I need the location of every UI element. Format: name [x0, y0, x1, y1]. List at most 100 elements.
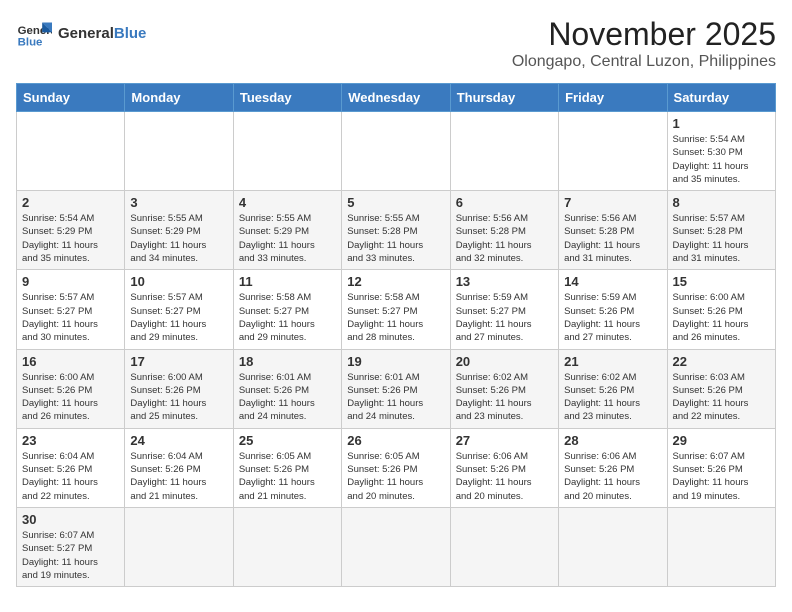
month-title: November 2025	[512, 16, 776, 53]
calendar-cell: 10Sunrise: 5:57 AM Sunset: 5:27 PM Dayli…	[125, 270, 233, 349]
calendar-cell: 11 Sunrise: 5:58 AM Sunset: 5:27 PM Dayli…	[233, 270, 341, 349]
day-number: 26	[347, 433, 444, 448]
day-info: Sunrise: 5:57 AM Sunset: 5:28 PM Dayligh…	[673, 212, 770, 265]
calendar-cell: 21Sunrise: 6:02 AM Sunset: 5:26 PM Dayli…	[559, 349, 667, 428]
day-number: 4	[239, 195, 336, 210]
calendar-cell: 30Sunrise: 6:07 AM Sunset: 5:27 PM Dayli…	[17, 507, 125, 586]
day-number: 30	[22, 512, 119, 527]
calendar-cell	[559, 507, 667, 586]
day-number: 3	[130, 195, 227, 210]
day-number: 25	[239, 433, 336, 448]
day-number: 22	[673, 354, 770, 369]
day-number: 21	[564, 354, 661, 369]
day-info: Sunrise: 5:56 AM Sunset: 5:28 PM Dayligh…	[564, 212, 661, 265]
day-number: 24	[130, 433, 227, 448]
day-number: 7	[564, 195, 661, 210]
calendar-cell	[559, 112, 667, 191]
day-number: 9	[22, 274, 119, 289]
calendar-cell: 23 Sunrise: 6:04 AM Sunset: 5:26 PM Dayli…	[17, 428, 125, 507]
day-info: Sunrise: 5:58 AM Sunset: 5:27 PM Dayligh…	[239, 291, 336, 344]
calendar-week-row: 2Sunrise: 5:54 AM Sunset: 5:29 PM Daylig…	[17, 191, 776, 270]
calendar-cell: 8 Sunrise: 5:57 AM Sunset: 5:28 PM Daylig…	[667, 191, 775, 270]
weekday-header-friday: Friday	[559, 84, 667, 112]
page-header: General Blue GeneralBlue November 2025 O…	[16, 16, 776, 71]
weekday-header-tuesday: Tuesday	[233, 84, 341, 112]
day-number: 12	[347, 274, 444, 289]
calendar-cell	[667, 507, 775, 586]
day-info: Sunrise: 5:59 AM Sunset: 5:27 PM Dayligh…	[456, 291, 553, 344]
day-info: Sunrise: 6:04 AM Sunset: 5:26 PM Dayligh…	[22, 450, 119, 503]
calendar-cell: 20Sunrise: 6:02 AM Sunset: 5:26 PM Dayli…	[450, 349, 558, 428]
calendar-cell	[17, 112, 125, 191]
day-info: Sunrise: 5:57 AM Sunset: 5:27 PM Dayligh…	[22, 291, 119, 344]
calendar-cell: 13 Sunrise: 5:59 AM Sunset: 5:27 PM Dayli…	[450, 270, 558, 349]
calendar-cell	[233, 112, 341, 191]
day-info: Sunrise: 6:00 AM Sunset: 5:26 PM Dayligh…	[130, 371, 227, 424]
calendar-table: SundayMondayTuesdayWednesdayThursdayFrid…	[16, 83, 776, 587]
calendar-cell: 9 Sunrise: 5:57 AM Sunset: 5:27 PM Daylig…	[17, 270, 125, 349]
day-info: Sunrise: 5:55 AM Sunset: 5:29 PM Dayligh…	[130, 212, 227, 265]
day-info: Sunrise: 6:01 AM Sunset: 5:26 PM Dayligh…	[347, 371, 444, 424]
calendar-week-row: 1 Sunrise: 5:54 AM Sunset: 5:30 PM Daylig…	[17, 112, 776, 191]
day-number: 18	[239, 354, 336, 369]
logo-text: GeneralBlue	[58, 26, 146, 43]
calendar-cell: 25 Sunrise: 6:05 AM Sunset: 5:26 PM Dayli…	[233, 428, 341, 507]
calendar-week-row: 9 Sunrise: 5:57 AM Sunset: 5:27 PM Daylig…	[17, 270, 776, 349]
day-number: 29	[673, 433, 770, 448]
day-number: 8	[673, 195, 770, 210]
calendar-cell: 3 Sunrise: 5:55 AM Sunset: 5:29 PM Daylig…	[125, 191, 233, 270]
day-info: Sunrise: 5:59 AM Sunset: 5:26 PM Dayligh…	[564, 291, 661, 344]
logo: General Blue GeneralBlue	[16, 16, 146, 52]
calendar-cell: 14Sunrise: 5:59 AM Sunset: 5:26 PM Dayli…	[559, 270, 667, 349]
day-info: Sunrise: 5:56 AM Sunset: 5:28 PM Dayligh…	[456, 212, 553, 265]
calendar-cell: 1 Sunrise: 5:54 AM Sunset: 5:30 PM Daylig…	[667, 112, 775, 191]
calendar-cell: 19 Sunrise: 6:01 AM Sunset: 5:26 PM Dayli…	[342, 349, 450, 428]
calendar-cell	[450, 507, 558, 586]
day-info: Sunrise: 5:58 AM Sunset: 5:27 PM Dayligh…	[347, 291, 444, 344]
day-info: Sunrise: 6:05 AM Sunset: 5:26 PM Dayligh…	[347, 450, 444, 503]
calendar-cell: 4Sunrise: 5:55 AM Sunset: 5:29 PM Daylig…	[233, 191, 341, 270]
day-number: 20	[456, 354, 553, 369]
day-number: 19	[347, 354, 444, 369]
calendar-cell: 12 Sunrise: 5:58 AM Sunset: 5:27 PM Dayli…	[342, 270, 450, 349]
day-number: 23	[22, 433, 119, 448]
location-title: Olongapo, Central Luzon, Philippines	[512, 53, 776, 71]
svg-text:Blue: Blue	[18, 36, 43, 48]
weekday-header-thursday: Thursday	[450, 84, 558, 112]
day-number: 27	[456, 433, 553, 448]
day-info: Sunrise: 5:54 AM Sunset: 5:30 PM Dayligh…	[673, 133, 770, 186]
calendar-cell	[450, 112, 558, 191]
day-number: 13	[456, 274, 553, 289]
weekday-header-wednesday: Wednesday	[342, 84, 450, 112]
day-info: Sunrise: 6:00 AM Sunset: 5:26 PM Dayligh…	[673, 291, 770, 344]
calendar-cell: 18 Sunrise: 6:01 AM Sunset: 5:26 PM Dayli…	[233, 349, 341, 428]
calendar-cell: 7 Sunrise: 5:56 AM Sunset: 5:28 PM Daylig…	[559, 191, 667, 270]
title-section: November 2025 Olongapo, Central Luzon, P…	[512, 16, 776, 71]
day-info: Sunrise: 6:04 AM Sunset: 5:26 PM Dayligh…	[130, 450, 227, 503]
calendar-cell: 2Sunrise: 5:54 AM Sunset: 5:29 PM Daylig…	[17, 191, 125, 270]
calendar-week-row: 30Sunrise: 6:07 AM Sunset: 5:27 PM Dayli…	[17, 507, 776, 586]
calendar-cell	[342, 507, 450, 586]
calendar-cell: 6 Sunrise: 5:56 AM Sunset: 5:28 PM Daylig…	[450, 191, 558, 270]
day-number: 15	[673, 274, 770, 289]
calendar-cell: 27Sunrise: 6:06 AM Sunset: 5:26 PM Dayli…	[450, 428, 558, 507]
day-number: 17	[130, 354, 227, 369]
weekday-header-row: SundayMondayTuesdayWednesdayThursdayFrid…	[17, 84, 776, 112]
calendar-cell: 16Sunrise: 6:00 AM Sunset: 5:26 PM Dayli…	[17, 349, 125, 428]
day-info: Sunrise: 6:00 AM Sunset: 5:26 PM Dayligh…	[22, 371, 119, 424]
day-info: Sunrise: 6:03 AM Sunset: 5:26 PM Dayligh…	[673, 371, 770, 424]
day-info: Sunrise: 6:06 AM Sunset: 5:26 PM Dayligh…	[564, 450, 661, 503]
calendar-week-row: 16Sunrise: 6:00 AM Sunset: 5:26 PM Dayli…	[17, 349, 776, 428]
day-number: 1	[673, 116, 770, 131]
weekday-header-monday: Monday	[125, 84, 233, 112]
logo-icon: General Blue	[16, 16, 52, 52]
day-number: 2	[22, 195, 119, 210]
calendar-cell: 26 Sunrise: 6:05 AM Sunset: 5:26 PM Dayli…	[342, 428, 450, 507]
day-number: 28	[564, 433, 661, 448]
day-number: 11	[239, 274, 336, 289]
day-info: Sunrise: 6:01 AM Sunset: 5:26 PM Dayligh…	[239, 371, 336, 424]
day-info: Sunrise: 6:05 AM Sunset: 5:26 PM Dayligh…	[239, 450, 336, 503]
calendar-cell: 5Sunrise: 5:55 AM Sunset: 5:28 PM Daylig…	[342, 191, 450, 270]
day-number: 6	[456, 195, 553, 210]
calendar-cell	[342, 112, 450, 191]
